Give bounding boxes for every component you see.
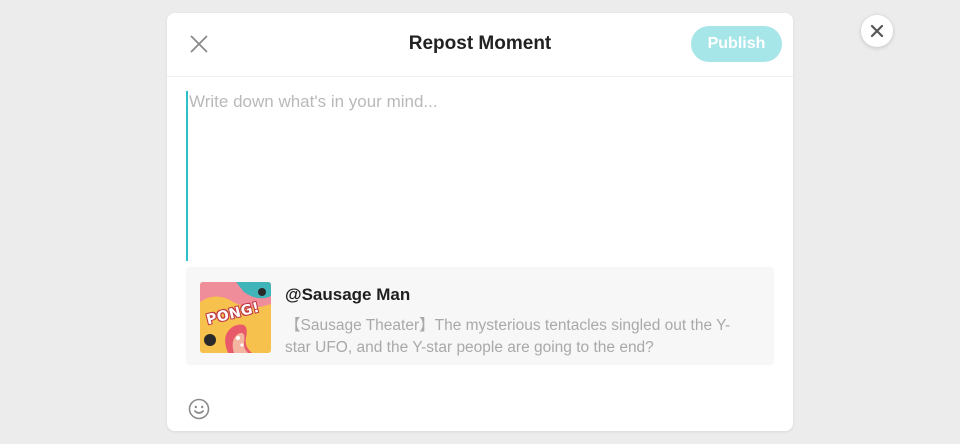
quoted-post-thumbnail: PONG! <box>200 282 271 353</box>
dialog-header: Repost Moment Publish <box>167 13 793 77</box>
smiley-icon <box>188 398 210 420</box>
publish-button[interactable]: Publish <box>691 26 782 62</box>
quoted-post-text: 【Sausage Theater】The mysterious tentacle… <box>285 317 731 356</box>
repost-dialog: Repost Moment Publish PONG! @Sausage Man… <box>167 13 793 431</box>
quoted-post-card[interactable]: PONG! @Sausage Man 【Sausage Theater】The … <box>186 267 774 365</box>
overlay-close-button[interactable] <box>861 15 893 47</box>
emoji-button[interactable] <box>187 397 211 421</box>
post-text-input[interactable] <box>186 91 774 261</box>
quoted-post-author: @Sausage Man <box>285 285 411 304</box>
close-icon <box>870 24 884 38</box>
